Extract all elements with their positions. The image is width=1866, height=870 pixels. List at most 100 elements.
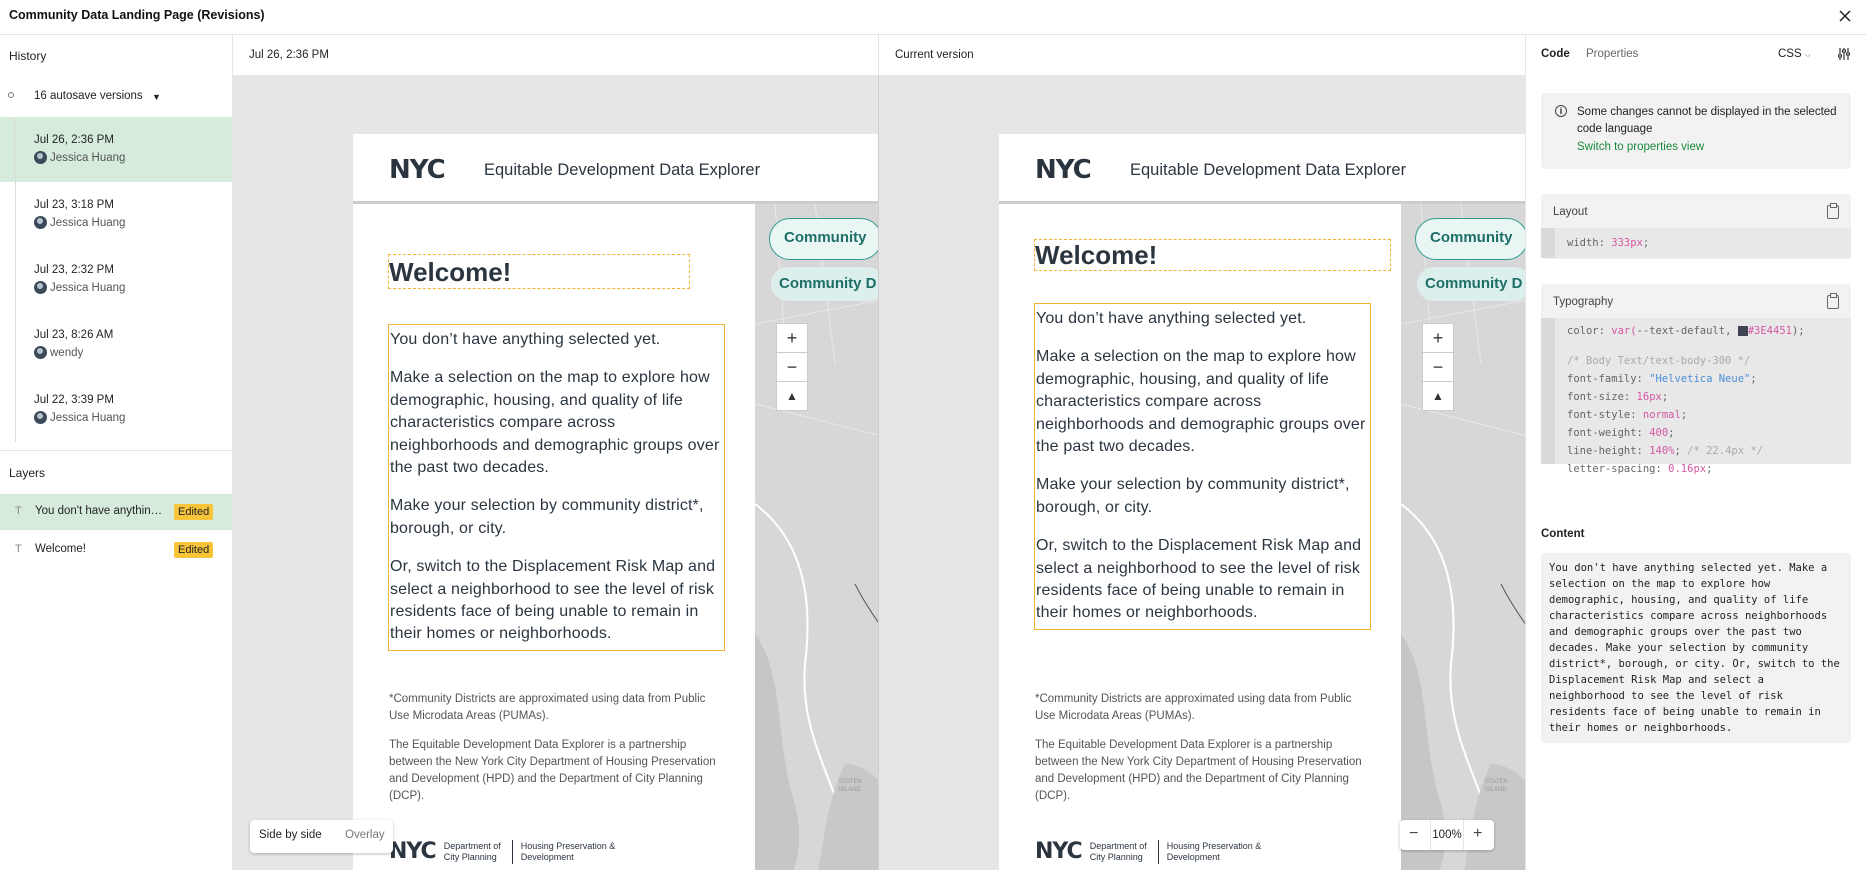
language-label: CSS bbox=[1778, 48, 1802, 60]
tab-properties[interactable]: Properties bbox=[1586, 48, 1638, 60]
community-district-pill[interactable]: Community D bbox=[771, 267, 878, 301]
layout-code: width: 333px; bbox=[1541, 228, 1851, 258]
footnote: *Community Districts are approximated us… bbox=[389, 693, 706, 722]
compass-icon[interactable]: ▲ bbox=[1422, 381, 1454, 411]
footer-logos: NYC Department of City Planning Housing … bbox=[1035, 839, 1267, 864]
zoom-in-icon[interactable]: + bbox=[776, 323, 808, 353]
current-version-canvas[interactable]: NYC Equitable Development Data Explorer … bbox=[879, 76, 1525, 870]
title-bar: Community Data Landing Page (Revisions) bbox=[0, 0, 1866, 35]
map[interactable]: Community Community D + − ▲ STATEN ISLAN… bbox=[755, 204, 878, 870]
community-tab-pill[interactable]: Community bbox=[1415, 218, 1525, 260]
info-icon: i bbox=[1555, 105, 1567, 117]
text-layer-icon: T bbox=[15, 543, 22, 555]
welcome-heading[interactable]: Welcome! bbox=[1034, 239, 1391, 271]
partnership-note: The Equitable Development Data Explorer … bbox=[1035, 739, 1362, 802]
version-item[interactable]: Jul 23, 3:18 PM Jessica Huang bbox=[0, 182, 232, 247]
layer-item[interactable]: T Welcome! Edited bbox=[0, 532, 232, 568]
left-pane-title: Jul 26, 2:36 PM bbox=[249, 49, 329, 61]
intro-text-block[interactable]: You don’t have anything selected yet. Ma… bbox=[1034, 303, 1371, 630]
footer-logos: NYC Department of City Planning Housing … bbox=[389, 839, 621, 864]
overlay-button[interactable]: Overlay bbox=[345, 829, 385, 841]
clipboard-icon[interactable] bbox=[1827, 203, 1839, 219]
zoom-in-button[interactable]: + bbox=[1473, 825, 1482, 843]
community-tab-pill[interactable]: Community bbox=[769, 218, 878, 260]
version-time: Jul 22, 3:39 PM bbox=[34, 394, 114, 406]
version-user: wendy bbox=[50, 346, 84, 359]
content-title: Content bbox=[1541, 528, 1585, 540]
map-label: STATEN ISLAND bbox=[1485, 779, 1508, 793]
layer-label: Welcome! bbox=[35, 543, 86, 555]
window-title: Community Data Landing Page (Revisions) bbox=[9, 8, 265, 22]
layer-item[interactable]: T You don't have anything selected yet. … bbox=[0, 494, 232, 530]
zoom-controls: − 100% + bbox=[1400, 820, 1494, 850]
intro-text-block[interactable]: You don’t have anything selected yet. Ma… bbox=[388, 324, 725, 651]
layers-title: Layers bbox=[9, 466, 46, 480]
zoom-level[interactable]: 100% bbox=[1430, 820, 1464, 850]
version-user: Jessica Huang bbox=[50, 411, 126, 424]
version-time: Jul 23, 3:18 PM bbox=[34, 199, 114, 211]
community-district-pill[interactable]: Community D bbox=[1417, 267, 1525, 301]
welcome-heading[interactable]: Welcome! bbox=[388, 254, 690, 289]
settings-sliders-icon[interactable] bbox=[1836, 46, 1852, 67]
footnote: *Community Districts are approximated us… bbox=[1035, 693, 1352, 722]
history-title: History bbox=[9, 49, 47, 63]
timeline-dot-icon bbox=[8, 92, 14, 98]
right-pane-header: Current version bbox=[879, 35, 1525, 76]
version-user: Jessica Huang bbox=[50, 281, 126, 294]
view-mode-toggle: Side by side Overlay bbox=[250, 820, 393, 853]
zoom-in-icon[interactable]: + bbox=[1422, 323, 1454, 353]
artboard: NYC Equitable Development Data Explorer … bbox=[999, 134, 1525, 870]
map-streets-icon bbox=[755, 204, 878, 870]
text-layer-icon: T bbox=[15, 505, 22, 517]
zoom-out-icon[interactable]: − bbox=[776, 352, 808, 382]
paragraph: Make a selection on the map to explore h… bbox=[1036, 348, 1366, 456]
typography-code: color: var(--text-default, #3E4451); /* … bbox=[1541, 318, 1851, 475]
paragraph: Make a selection on the map to explore h… bbox=[390, 369, 720, 477]
clipboard-icon[interactable] bbox=[1827, 293, 1839, 309]
version-item[interactable]: Jul 22, 3:39 PM Jessica Huang bbox=[0, 377, 232, 442]
hpd-label: Housing Preservation & Development bbox=[1166, 840, 1262, 862]
zoom-out-button[interactable]: − bbox=[1409, 825, 1418, 843]
zoom-out-icon[interactable]: − bbox=[1422, 352, 1454, 382]
divider bbox=[0, 450, 232, 451]
artboard-header: NYC Equitable Development Data Explorer bbox=[999, 134, 1525, 204]
typography-title: Typography bbox=[1553, 296, 1614, 308]
compass-icon[interactable]: ▲ bbox=[776, 381, 808, 411]
avatar bbox=[34, 281, 47, 294]
layer-label: You don't have anything selected yet. Ma… bbox=[35, 505, 163, 517]
caret-down-icon: ▼ bbox=[152, 92, 161, 102]
switch-properties-link[interactable]: Switch to properties view bbox=[1577, 141, 1704, 153]
edited-badge: Edited bbox=[174, 504, 214, 520]
language-select[interactable]: CSS ⌵ bbox=[1778, 48, 1811, 60]
artboard-header: NYC Equitable Development Data Explorer bbox=[353, 134, 878, 204]
nyc-logo: NYC bbox=[389, 155, 446, 185]
version-item[interactable]: Jul 23, 2:32 PM Jessica Huang bbox=[0, 247, 232, 312]
artboard-title: Equitable Development Data Explorer bbox=[1130, 161, 1407, 179]
paragraph: You don’t have anything selected yet. bbox=[390, 331, 661, 348]
paragraph: Make your selection by community distric… bbox=[1036, 476, 1350, 516]
side-by-side-button[interactable]: Side by side bbox=[259, 829, 322, 841]
tab-code[interactable]: Code bbox=[1541, 48, 1570, 60]
autosave-versions-toggle[interactable]: 16 autosave versions ▼ bbox=[0, 81, 232, 113]
map[interactable]: Community Community D + − ▲ STATEN ISLAN… bbox=[1401, 204, 1525, 870]
version-user: Jessica Huang bbox=[50, 216, 126, 229]
version-item[interactable]: Jul 23, 8:26 AM wendy bbox=[0, 312, 232, 377]
color-swatch bbox=[1737, 326, 1748, 336]
version-user: Jessica Huang bbox=[50, 151, 126, 164]
close-icon[interactable] bbox=[1834, 5, 1856, 27]
paragraph: Make your selection by community distric… bbox=[390, 497, 704, 537]
inspector-tabs: Code Properties CSS ⌵ bbox=[1526, 35, 1866, 76]
layout-section: Layout width: 333px; bbox=[1541, 194, 1851, 259]
hpd-label: Housing Preservation & Development bbox=[520, 840, 616, 862]
version-item[interactable]: Jul 26, 2:36 PM Jessica Huang bbox=[0, 117, 232, 182]
nyc-footer-logo: NYC bbox=[1035, 839, 1083, 864]
previous-version-canvas[interactable]: NYC Equitable Development Data Explorer … bbox=[233, 76, 879, 870]
avatar bbox=[34, 346, 47, 359]
map-streets-icon bbox=[1401, 204, 1525, 870]
map-label: STATEN ISLAND bbox=[839, 779, 862, 793]
dcp-label: Department of City Planning bbox=[443, 840, 501, 862]
autosave-label: 16 autosave versions bbox=[34, 90, 143, 102]
left-pane-header: Jul 26, 2:36 PM bbox=[233, 35, 879, 76]
inspector-panel: Code Properties CSS ⌵ i Some changes can… bbox=[1525, 35, 1866, 870]
version-time: Jul 26, 2:36 PM bbox=[34, 134, 114, 146]
